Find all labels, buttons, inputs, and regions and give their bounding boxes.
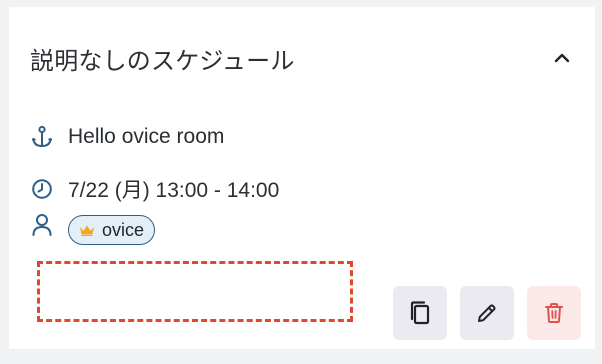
member-chip[interactable]: ovice (68, 215, 156, 245)
trash-icon (545, 303, 563, 323)
room-name: Hello ovice room (68, 125, 225, 148)
edit-button[interactable] (460, 286, 514, 340)
delete-button[interactable] (527, 286, 581, 340)
schedule-card: 説明なしのスケジュール Hello ovice room 7/22 (月) 13… (9, 7, 595, 349)
members-row: ovice (30, 213, 156, 245)
person-icon (30, 213, 54, 237)
copy-icon (410, 301, 430, 325)
room-row: Hello ovice room (30, 125, 224, 149)
datetime-text: 7/22 (月) 13:00 - 14:00 (68, 179, 280, 202)
copy-button[interactable] (393, 286, 447, 340)
crown-icon (79, 224, 95, 236)
clock-icon (30, 177, 54, 201)
highlight-placeholder (37, 261, 353, 322)
anchor-icon (30, 125, 54, 149)
chevron-up-icon (554, 53, 570, 63)
pencil-icon (478, 304, 496, 322)
schedule-title: 説明なしのスケジュール (30, 47, 295, 75)
collapse-button[interactable] (549, 45, 575, 71)
member-name: ovice (102, 219, 145, 240)
datetime-row: 7/22 (月) 13:00 - 14:00 (30, 174, 279, 204)
